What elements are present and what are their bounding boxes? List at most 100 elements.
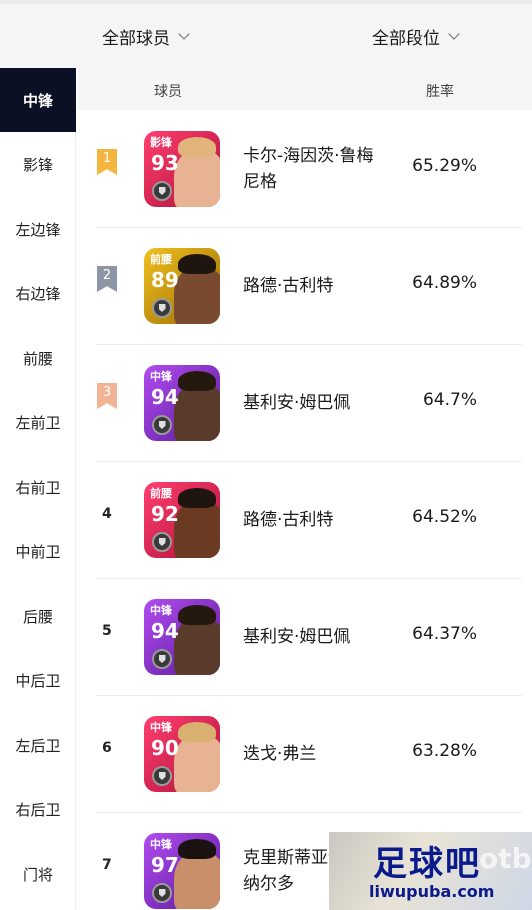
sidebar-item-cb[interactable]: 中后卫: [0, 648, 76, 712]
card-position: 前腰: [150, 487, 172, 500]
player-card: 前腰 92: [144, 482, 220, 558]
shield-icon: [152, 766, 172, 786]
rank-number: 7: [102, 857, 112, 873]
card-position: 影锋: [150, 136, 172, 149]
sidebar-item-cmf[interactable]: 中前卫: [0, 519, 76, 583]
shield-icon: [152, 532, 172, 552]
player-hair: [178, 488, 216, 508]
sidebar-item-ss[interactable]: 影锋: [0, 132, 76, 196]
table-row[interactable]: 3 中锋 94 基利安·姆巴佩 64.7%: [96, 345, 522, 462]
card-position: 前腰: [150, 253, 172, 266]
player-portrait: [174, 734, 220, 792]
player-name: 基利安·姆巴佩: [243, 627, 351, 647]
win-rate: 64.7%: [422, 390, 477, 410]
win-rate: 63.28%: [412, 741, 477, 761]
card-position: 中锋: [150, 838, 172, 851]
rank-number: 5: [102, 623, 112, 639]
player-name: 路德·古利特: [243, 276, 334, 296]
player-portrait: [174, 383, 220, 441]
shield-icon: [152, 298, 172, 318]
sidebar-item-label: 右后卫: [15, 800, 61, 819]
player-card: 影锋 93: [144, 131, 220, 207]
table-row[interactable]: 4 前腰 92 路德·古利特 64.52%: [96, 462, 522, 579]
player-hair: [178, 371, 216, 391]
sidebar-item-label: 左后卫: [15, 736, 61, 755]
watermark-bg-text: otba: [479, 842, 532, 875]
rank-number: 4: [102, 506, 112, 522]
shield-icon: [152, 883, 172, 903]
player-name: 路德·古利特: [243, 510, 334, 530]
table-header: 球员 胜率: [78, 68, 532, 110]
card-rating: 94: [151, 385, 179, 409]
table-row[interactable]: 6 中锋 90 迭戈·弗兰 63.28%: [96, 696, 522, 813]
player-hair: [178, 137, 216, 157]
sidebar-item-label: 左前卫: [15, 413, 61, 432]
table-row[interactable]: 5 中锋 94 基利安·姆巴佩 64.37%: [96, 579, 522, 696]
player-filter-label: 全部球员: [102, 29, 170, 49]
filter-bar: 全部球员 全部段位: [0, 0, 532, 68]
sidebar-item-rb[interactable]: 右后卫: [0, 777, 76, 841]
rank-ribbon-gold: 1: [97, 149, 117, 175]
tier-filter-dropdown[interactable]: 全部段位: [372, 24, 460, 49]
watermark-url: liwupuba.com: [369, 882, 495, 901]
player-portrait: [174, 266, 220, 324]
player-hair: [178, 254, 216, 274]
rank-ribbon-silver: 2: [97, 266, 117, 292]
chevron-down-icon: [448, 28, 460, 40]
chevron-down-icon: [178, 28, 190, 40]
player-portrait: [174, 500, 220, 558]
column-header-win-rate: 胜率: [426, 84, 454, 100]
card-rating: 92: [151, 502, 179, 526]
sidebar-item-label: 右边锋: [15, 284, 61, 303]
sidebar-item-lwf[interactable]: 左边锋: [0, 197, 76, 261]
sidebar-item-lb[interactable]: 左后卫: [0, 713, 76, 777]
card-rating: 93: [151, 151, 179, 175]
sidebar-item-lmf[interactable]: 左前卫: [0, 390, 76, 454]
card-rating: 90: [151, 736, 179, 760]
player-card: 中锋 90: [144, 716, 220, 792]
shield-icon: [152, 181, 172, 201]
rank-ribbon-bronze: 3: [97, 383, 117, 409]
sidebar-item-dmf[interactable]: 后腰: [0, 584, 76, 648]
player-name: 基利安·姆巴佩: [243, 393, 351, 413]
sidebar-item-label: 前腰: [22, 349, 53, 368]
player-card: 中锋 97: [144, 833, 220, 909]
player-filter-dropdown[interactable]: 全部球员: [102, 24, 190, 49]
sidebar-item-label: 中锋: [22, 91, 53, 110]
player-hair: [178, 605, 216, 625]
sidebar-item-gk[interactable]: 门将: [0, 842, 76, 906]
card-rating: 97: [151, 853, 179, 877]
position-sidebar: 中锋 影锋 左边锋 右边锋 前腰 左前卫 右前卫 中前卫 后腰 中后卫 左后卫 …: [0, 68, 76, 910]
sidebar-item-label: 门将: [22, 865, 53, 884]
player-card: 前腰 89: [144, 248, 220, 324]
player-hair: [178, 722, 216, 742]
sidebar-item-label: 右前卫: [15, 478, 61, 497]
sidebar-item-cf[interactable]: 中锋: [0, 68, 76, 132]
win-rate: 64.89%: [412, 273, 477, 293]
player-name: 卡尔-海因茨·鲁梅尼格: [243, 146, 374, 192]
player-card: 中锋 94: [144, 365, 220, 441]
rank-number: 6: [102, 740, 112, 756]
sidebar-item-label: 后腰: [22, 607, 53, 626]
card-position: 中锋: [150, 370, 172, 383]
player-name: 迭戈·弗兰: [243, 744, 317, 764]
table-row[interactable]: 1 影锋 93 卡尔-海因茨·鲁梅尼格 65.29%: [96, 111, 522, 228]
sidebar-item-label: 影锋: [22, 155, 53, 174]
watermark-title: 足球吧: [373, 844, 481, 884]
sidebar-item-label: 中后卫: [15, 671, 61, 690]
sidebar-item-rwf[interactable]: 右边锋: [0, 261, 76, 325]
win-rate: 64.37%: [412, 624, 477, 644]
player-hair: [178, 839, 216, 859]
site-watermark: otba 足球吧 liwupuba.com: [329, 832, 532, 910]
tier-filter-label: 全部段位: [372, 29, 440, 49]
table-row[interactable]: 2 前腰 89 路德·古利特 64.89%: [96, 228, 522, 345]
sidebar-item-rmf[interactable]: 右前卫: [0, 455, 76, 519]
column-header-player: 球员: [154, 84, 182, 100]
player-portrait: [174, 617, 220, 675]
player-card: 中锋 94: [144, 599, 220, 675]
card-rating: 94: [151, 619, 179, 643]
player-portrait: [174, 149, 220, 207]
win-rate: 65.29%: [412, 156, 477, 176]
card-rating: 89: [151, 268, 179, 292]
sidebar-item-amf[interactable]: 前腰: [0, 326, 76, 390]
